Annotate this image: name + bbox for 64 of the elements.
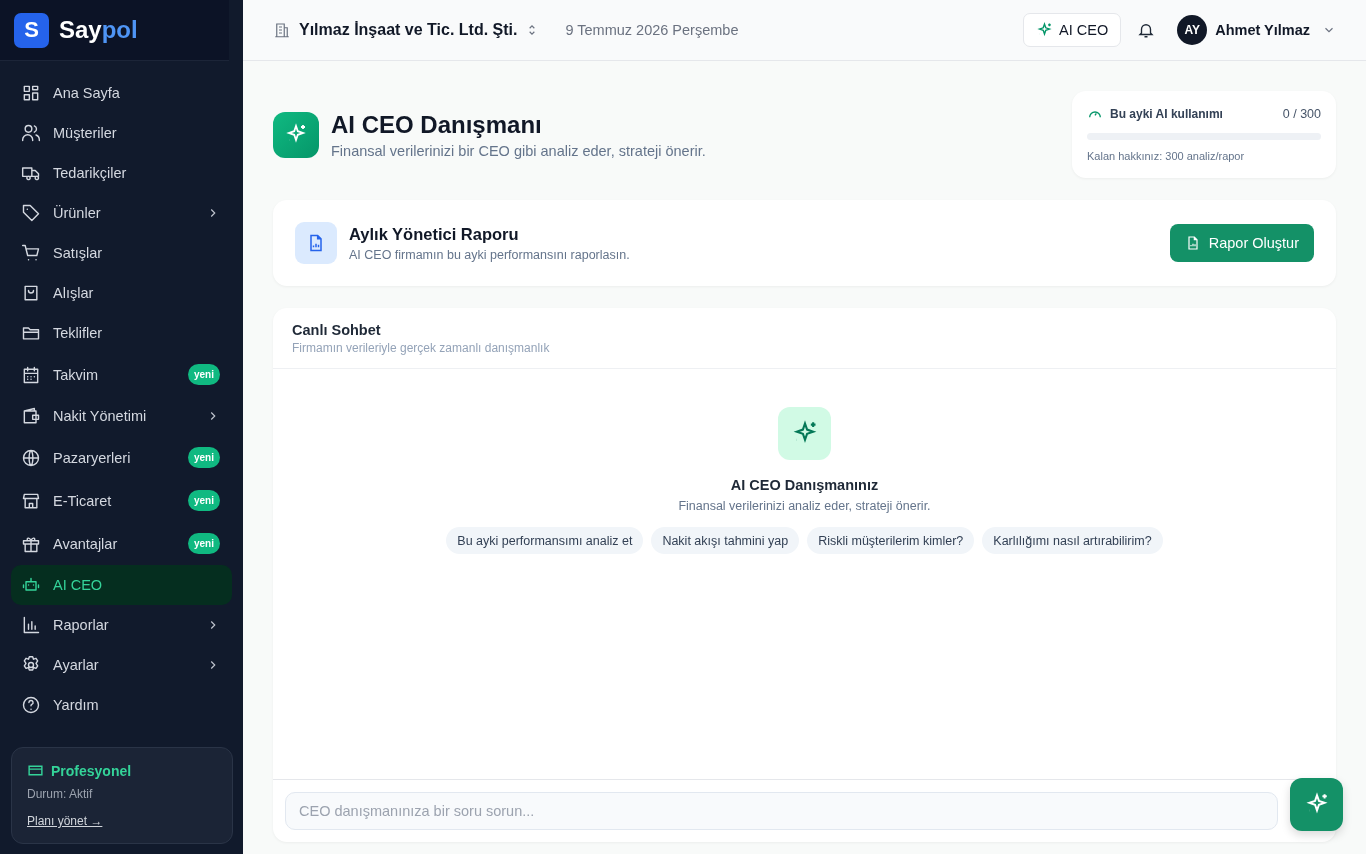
sidebar-item[interactable]: Takvim yeni <box>11 353 232 396</box>
company-selector[interactable]: Yılmaz İnşaat ve Tic. Ltd. Şti. <box>299 21 518 39</box>
nav-icon <box>21 203 41 223</box>
suggestion-chip[interactable]: Nakit akışı tahmini yap <box>651 527 800 554</box>
building-icon <box>273 21 291 39</box>
nav-icon <box>21 615 41 635</box>
sparkle-icon <box>273 111 319 158</box>
chat-subtitle: Firmamın verileriyle gerçek zamanlı danışmanlık <box>292 341 551 355</box>
new-badge: yeni <box>188 364 220 385</box>
plan-name: Profesyonel <box>51 762 132 779</box>
sidebar-item[interactable]: Raporlar <box>11 605 232 645</box>
nav-icon <box>21 406 41 426</box>
sidebar-item[interactable]: Avantajlar yeni <box>11 522 232 565</box>
report-subtitle: AI CEO firmamın bu ayki performansını raporlasın. <box>349 247 630 262</box>
sidebar-item[interactable]: Yardım <box>11 685 232 725</box>
plan-status: Durum: Aktif <box>27 787 94 801</box>
new-badge: yeni <box>188 533 220 554</box>
sidebar-item[interactable]: Ürünler <box>11 193 232 233</box>
usage-title: Bu ayki AI kullanımı <box>1110 107 1223 121</box>
logo-text: Saypol <box>59 16 138 44</box>
sidebar-item[interactable]: Müşteriler <box>11 113 232 153</box>
sidebar-item[interactable]: AI CEO <box>11 565 232 605</box>
sidebar-item[interactable]: Ayarlar <box>11 645 232 685</box>
sparkle-icon <box>1036 21 1053 39</box>
suggestion-chip[interactable]: Bu ayki performansımı analiz et <box>446 527 644 554</box>
nav-icon <box>21 283 41 303</box>
page-title: AI CEO Danışmanı <box>331 110 543 139</box>
report-icon <box>295 222 337 264</box>
logo-mark: S <box>14 12 49 48</box>
create-report-button[interactable]: Rapor Oluştur <box>1169 224 1314 262</box>
ai-assistant-button[interactable] <box>1290 778 1343 831</box>
nav-icon <box>21 364 41 385</box>
sidebar-item[interactable]: Tedarikçiler <box>11 153 232 193</box>
new-badge: yeni <box>188 447 220 468</box>
nav-icon <box>21 695 41 715</box>
usage-count: 0 / 300 <box>1282 107 1321 121</box>
sidebar-item[interactable]: E-Ticaret yeni <box>11 479 232 522</box>
bell-icon[interactable] <box>1137 21 1156 39</box>
ai-ceo-button[interactable]: AI CEO <box>1023 13 1122 47</box>
suggestion-chip[interactable]: Karlılığımı nasıl artırabilirim? <box>982 527 1163 554</box>
sidebar-item[interactable]: Nakit Yönetimi <box>11 396 232 436</box>
empty-title: AI CEO Danışmanınız <box>730 477 879 493</box>
report-title: Aylık Yönetici Raporu <box>349 224 520 244</box>
nav-icon <box>21 243 41 263</box>
usage-remaining: Kalan hakkınız: 300 analiz/rapor <box>1087 150 1246 162</box>
new-badge: yeni <box>188 490 220 511</box>
sparkle-icon <box>778 407 831 460</box>
question-input[interactable]: CEO danışmanınıza bir soru sorun... <box>285 792 1278 830</box>
user-avatar[interactable]: AY <box>1177 15 1208 45</box>
sidebar-item[interactable]: Ana Sayfa <box>11 73 232 113</box>
empty-subtitle: Finansal verilerinizi analiz eder, strateji önerir. <box>678 499 931 513</box>
sidebar-item[interactable]: Satışlar <box>11 233 232 273</box>
manage-plan-link[interactable]: Planı yönet → <box>27 814 103 828</box>
sidebar-item[interactable]: Pazaryerleri yeni <box>11 436 232 479</box>
chat-title: Canlı Sohbet <box>292 322 382 338</box>
sidebar-item[interactable]: Teklifler <box>11 313 232 353</box>
date-text: 9 Temmuz 2026 Perşembe <box>565 22 739 38</box>
suggestion-chip[interactable]: Riskli müşterilerim kimler? <box>807 527 975 554</box>
user-name[interactable]: Ahmet Yılmaz <box>1215 22 1310 38</box>
page-subtitle: Finansal verilerinizi bir CEO gibi analiz eder, strateji önerir. <box>331 142 706 159</box>
sidebar-item[interactable]: Alışlar <box>11 273 232 313</box>
nav-icon <box>21 447 41 468</box>
nav-icon <box>21 83 41 103</box>
nav-icon <box>21 123 41 143</box>
